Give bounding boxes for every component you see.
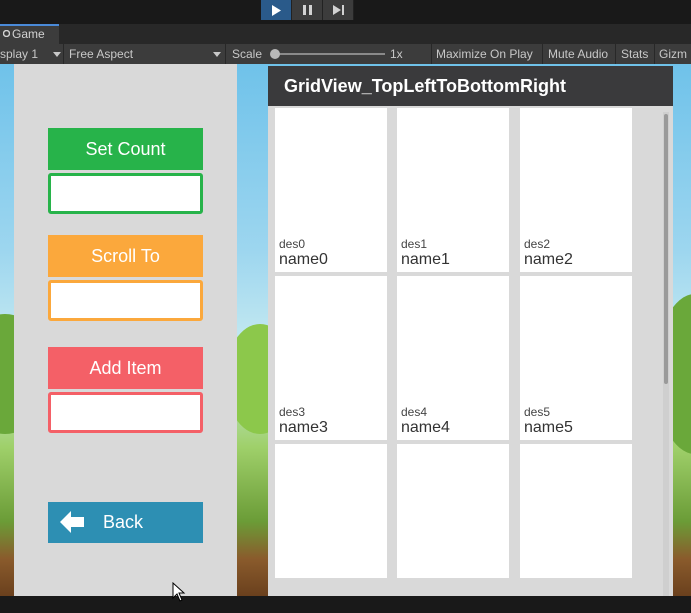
step-icon — [332, 5, 344, 15]
pause-icon — [302, 5, 312, 15]
gizmos-toggle[interactable]: Gizm — [659, 44, 687, 64]
item-name: name3 — [279, 419, 328, 436]
game-view-bar: splay 1 Free Aspect Scale 1x Maximize On… — [0, 44, 691, 64]
grid-item[interactable]: des5 name5 — [520, 276, 632, 440]
grid-item[interactable]: des0 name0 — [275, 108, 387, 272]
item-description: des0 — [279, 237, 306, 251]
maximize-on-play-toggle[interactable]: Maximize On Play — [436, 44, 543, 64]
add-item-button[interactable]: Add Item — [48, 347, 203, 389]
mouse-cursor-icon — [172, 582, 186, 602]
grid-item[interactable] — [275, 444, 387, 578]
arrow-left-icon — [60, 511, 84, 533]
item-name: name1 — [401, 251, 450, 268]
item-name: name5 — [524, 419, 573, 436]
item-description: des1 — [401, 237, 428, 251]
aspect-label: Free Aspect — [69, 47, 134, 61]
play-icon — [272, 4, 281, 16]
step-button[interactable] — [323, 0, 354, 20]
grid-item[interactable]: des1 name1 — [397, 108, 509, 272]
item-description: des2 — [524, 237, 551, 251]
grid-item[interactable]: des2 name2 — [520, 108, 632, 272]
editor-status-bar — [0, 596, 691, 613]
grid-title: GridView_TopLeftToBottomRight — [268, 66, 673, 106]
scale-value: 1x — [390, 44, 432, 64]
tab-game-label: Game — [12, 27, 45, 41]
tab-bar: Game — [0, 24, 691, 44]
aspect-dropdown[interactable]: Free Aspect — [65, 44, 226, 64]
grid-item[interactable] — [520, 444, 632, 578]
item-name: name2 — [524, 251, 573, 268]
back-button[interactable]: Back — [48, 502, 203, 543]
tab-game[interactable]: Game — [0, 24, 59, 44]
item-description: des5 — [524, 405, 551, 419]
play-button[interactable] — [261, 0, 292, 20]
item-description: des4 — [401, 405, 428, 419]
item-name: name4 — [401, 419, 450, 436]
scale-label: Scale — [232, 47, 263, 61]
grid-item[interactable]: des3 name3 — [275, 276, 387, 440]
set-count-input[interactable] — [48, 173, 203, 214]
game-icon — [3, 30, 10, 38]
editor-toolbar — [0, 0, 691, 24]
display-label: splay 1 — [0, 47, 39, 61]
unity-editor: Game splay 1 Free Aspect Scale 1x Maximi… — [0, 0, 691, 613]
play-controls — [261, 0, 354, 20]
scale-slider-track[interactable] — [274, 53, 385, 55]
game-viewport: Set Count Scroll To Add Item Back GridVi… — [0, 64, 691, 596]
back-label: Back — [103, 512, 144, 532]
mute-audio-toggle[interactable]: Mute Audio — [548, 44, 616, 64]
item-name: name0 — [279, 251, 328, 268]
scale-slider-handle[interactable] — [270, 49, 280, 59]
pause-button[interactable] — [292, 0, 323, 20]
grid-view-panel: GridView_TopLeftToBottomRight des0 name0… — [268, 66, 673, 596]
add-item-input[interactable] — [48, 392, 203, 433]
item-description: des3 — [279, 405, 306, 419]
scroll-to-input[interactable] — [48, 280, 203, 321]
chevron-down-icon — [213, 52, 221, 57]
grid-scrollbar-handle[interactable] — [664, 114, 668, 384]
scroll-to-button[interactable]: Scroll To — [48, 235, 203, 277]
grid-item[interactable] — [397, 444, 509, 578]
grid-item[interactable]: des4 name4 — [397, 276, 509, 440]
chevron-down-icon — [53, 52, 61, 57]
display-dropdown[interactable]: splay 1 — [0, 44, 64, 64]
stats-toggle[interactable]: Stats — [621, 44, 655, 64]
control-panel: Set Count Scroll To Add Item Back — [14, 64, 237, 596]
set-count-button[interactable]: Set Count — [48, 128, 203, 170]
